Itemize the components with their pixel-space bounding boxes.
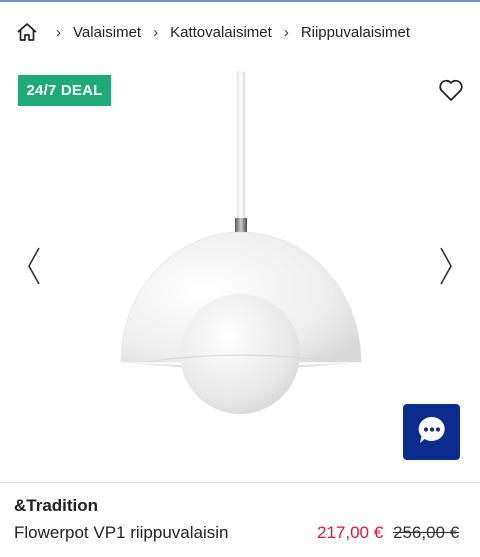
deal-badge: 24/7 DEAL [18, 75, 111, 106]
breadcrumb-separator: › [56, 23, 61, 41]
current-price: 217,00 € [317, 523, 384, 542]
breadcrumb-link-riippuvalaisimet[interactable]: Riippuvalaisimet [301, 24, 410, 41]
breadcrumb-link-kattovalaisimet[interactable]: Kattovalaisimet [170, 24, 272, 41]
chevron-left-icon[interactable] [24, 244, 44, 288]
home-icon[interactable] [16, 21, 38, 43]
chat-button[interactable] [403, 404, 460, 460]
section-divider [0, 482, 480, 483]
chat-bubble-icon [415, 413, 449, 452]
breadcrumb: › Valaisimet › Kattovalaisimet › Riippuv… [16, 20, 410, 44]
breadcrumb-separator: › [283, 23, 289, 41]
heart-icon[interactable] [437, 76, 465, 104]
breadcrumb-separator: › [153, 23, 159, 41]
top-accent-line [0, 0, 480, 2]
original-price: 256,00 € [393, 523, 460, 542]
chevron-right-icon[interactable] [436, 244, 456, 288]
product-name: Flowerpot VP1 riippuvalaisin [14, 523, 229, 542]
product-brand[interactable]: &Tradition [14, 496, 98, 516]
breadcrumb-link-valaisimet[interactable]: Valaisimet [73, 24, 141, 41]
